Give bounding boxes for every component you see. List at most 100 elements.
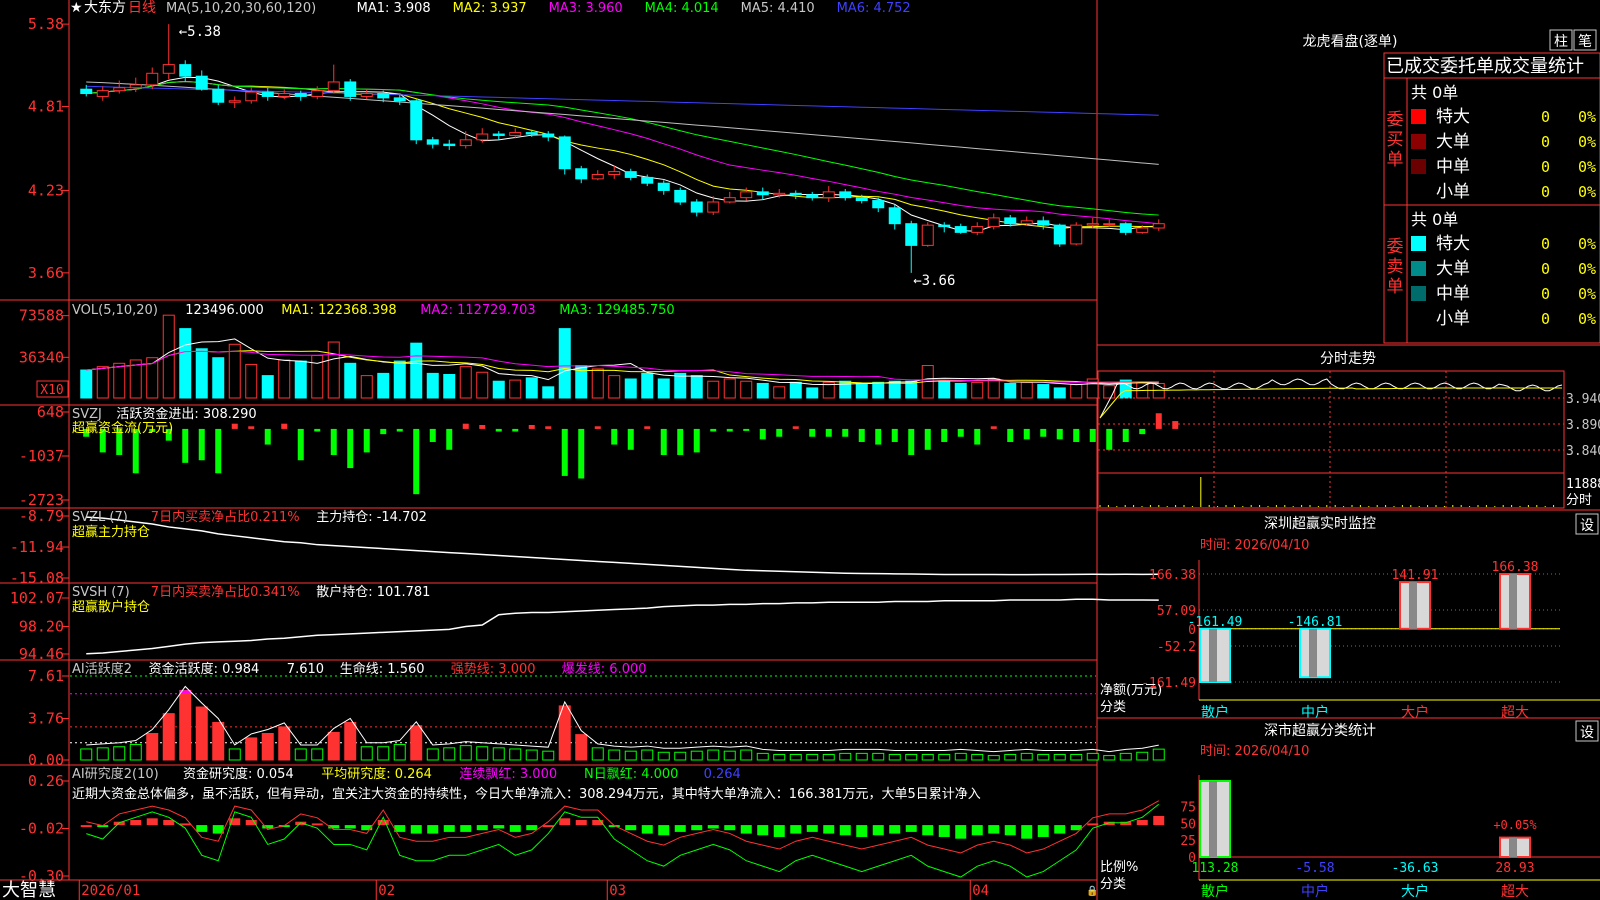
fund-flow-bar[interactable] <box>281 423 288 429</box>
volume-bar[interactable] <box>426 372 439 399</box>
activity-bar[interactable] <box>921 753 934 761</box>
candle-body[interactable] <box>195 75 208 90</box>
activity-bar[interactable] <box>96 747 109 761</box>
fund-flow-bar[interactable] <box>446 428 453 450</box>
research-bar[interactable] <box>889 825 901 834</box>
research-bar[interactable] <box>856 825 868 837</box>
activity-bar[interactable] <box>113 746 126 761</box>
volume-bar[interactable] <box>740 380 753 399</box>
volume-bar[interactable] <box>872 381 885 399</box>
research-bar[interactable] <box>872 825 884 836</box>
volume-bar[interactable] <box>888 380 901 399</box>
volume-bar[interactable] <box>113 362 126 399</box>
fund-flow-bar[interactable] <box>924 428 931 450</box>
candle-body[interactable] <box>1070 224 1083 245</box>
candle-body[interactable] <box>674 189 687 203</box>
volume-bar[interactable] <box>789 381 802 399</box>
activity-bar[interactable] <box>806 753 819 761</box>
activity-bar[interactable] <box>459 745 472 761</box>
activity-bar[interactable] <box>872 752 885 761</box>
fund-flow-bar[interactable] <box>231 423 238 429</box>
activity-bar[interactable] <box>195 706 208 761</box>
candle-body[interactable] <box>525 132 538 135</box>
research-bar[interactable] <box>526 825 538 831</box>
volume-bar[interactable] <box>591 368 604 399</box>
fund-flow-bar[interactable] <box>545 426 552 429</box>
stock-chart-canvas[interactable]: 5.38 4.81 4.23 3.66 ←5.38 ←3.66 73588 36340 X10 6… <box>0 0 1600 900</box>
volume-bar[interactable] <box>938 380 951 399</box>
fund-flow-bar[interactable] <box>627 428 634 450</box>
volume-bar[interactable] <box>443 374 456 399</box>
activity-bar[interactable] <box>1086 752 1099 761</box>
activity-bar[interactable] <box>707 749 720 761</box>
candle-body[interactable] <box>443 143 456 147</box>
volume-bar[interactable] <box>179 328 192 399</box>
activity-bar[interactable] <box>855 752 868 761</box>
activity-bar[interactable] <box>740 749 753 761</box>
activity-bar[interactable] <box>542 750 555 761</box>
research-bar[interactable] <box>1054 825 1066 834</box>
fund-flow-bar[interactable] <box>363 428 370 453</box>
volume-bar[interactable] <box>459 366 472 399</box>
research-bar[interactable] <box>130 820 142 826</box>
candle-body[interactable] <box>888 207 901 225</box>
research-bar[interactable] <box>1004 825 1016 836</box>
research-bar[interactable] <box>146 818 158 826</box>
volume-bar[interactable] <box>476 371 489 399</box>
fund-flow-bar[interactable] <box>1172 421 1179 429</box>
fund-flow-bar[interactable] <box>891 428 898 442</box>
research-bar[interactable] <box>740 825 752 834</box>
activity-bar[interactable] <box>443 747 456 761</box>
candle-body[interactable] <box>756 191 769 196</box>
activity-bar[interactable] <box>987 755 1000 761</box>
activity-bar[interactable] <box>327 731 340 761</box>
volume-bar[interactable] <box>723 378 736 399</box>
fund-flow-bar[interactable] <box>908 428 915 456</box>
volume-bar[interactable] <box>1070 384 1083 399</box>
candle-body[interactable] <box>162 64 175 74</box>
candle-body[interactable] <box>360 93 373 97</box>
research-bar[interactable] <box>658 825 670 836</box>
fund-flow-bar[interactable] <box>198 428 205 461</box>
candle-body[interactable] <box>657 182 670 191</box>
research-bar[interactable] <box>757 825 769 836</box>
candle-body[interactable] <box>773 192 786 196</box>
fund-flow-bar[interactable] <box>1023 428 1030 440</box>
candle-body[interactable] <box>261 91 274 97</box>
volume-bar[interactable] <box>558 328 571 399</box>
candle-body[interactable] <box>905 223 918 246</box>
fund-flow-bar[interactable] <box>693 428 700 453</box>
candle-body[interactable] <box>608 171 621 176</box>
fund-flow-bar[interactable] <box>578 428 585 479</box>
candle-body[interactable] <box>80 88 93 95</box>
fund-flow-bar[interactable] <box>1089 428 1096 442</box>
candle-body[interactable] <box>1152 223 1165 229</box>
activity-bar[interactable] <box>723 750 736 761</box>
fund-flow-bar[interactable] <box>1106 428 1113 450</box>
research-bar[interactable] <box>938 825 950 837</box>
research-bar[interactable] <box>493 825 505 829</box>
research-bar[interactable] <box>1136 820 1148 826</box>
activity-bar[interactable] <box>179 689 192 761</box>
volume-bar[interactable] <box>327 341 340 399</box>
volume-bar[interactable] <box>278 359 291 399</box>
monitor-bar-0[interactable] <box>1199 627 1231 683</box>
fund-flow-bar[interactable] <box>1139 428 1146 435</box>
volume-bar[interactable] <box>690 375 703 399</box>
activity-bar[interactable] <box>377 746 390 761</box>
candle-body[interactable] <box>410 100 423 141</box>
candle-body[interactable] <box>129 84 142 89</box>
candle-body[interactable] <box>591 174 604 180</box>
research-bar[interactable] <box>443 825 455 832</box>
candle-body[interactable] <box>624 171 637 178</box>
candle-body[interactable] <box>426 139 439 145</box>
activity-bar[interactable] <box>575 734 588 761</box>
activity-bar[interactable] <box>1152 748 1165 761</box>
activity-bar[interactable] <box>690 750 703 761</box>
activity-bar[interactable] <box>525 749 538 761</box>
research-bar[interactable] <box>790 825 802 834</box>
research-bar[interactable] <box>955 825 967 839</box>
activity-bar[interactable] <box>426 748 439 761</box>
activity-bar[interactable] <box>938 753 951 761</box>
fund-flow-bar[interactable] <box>974 428 981 445</box>
